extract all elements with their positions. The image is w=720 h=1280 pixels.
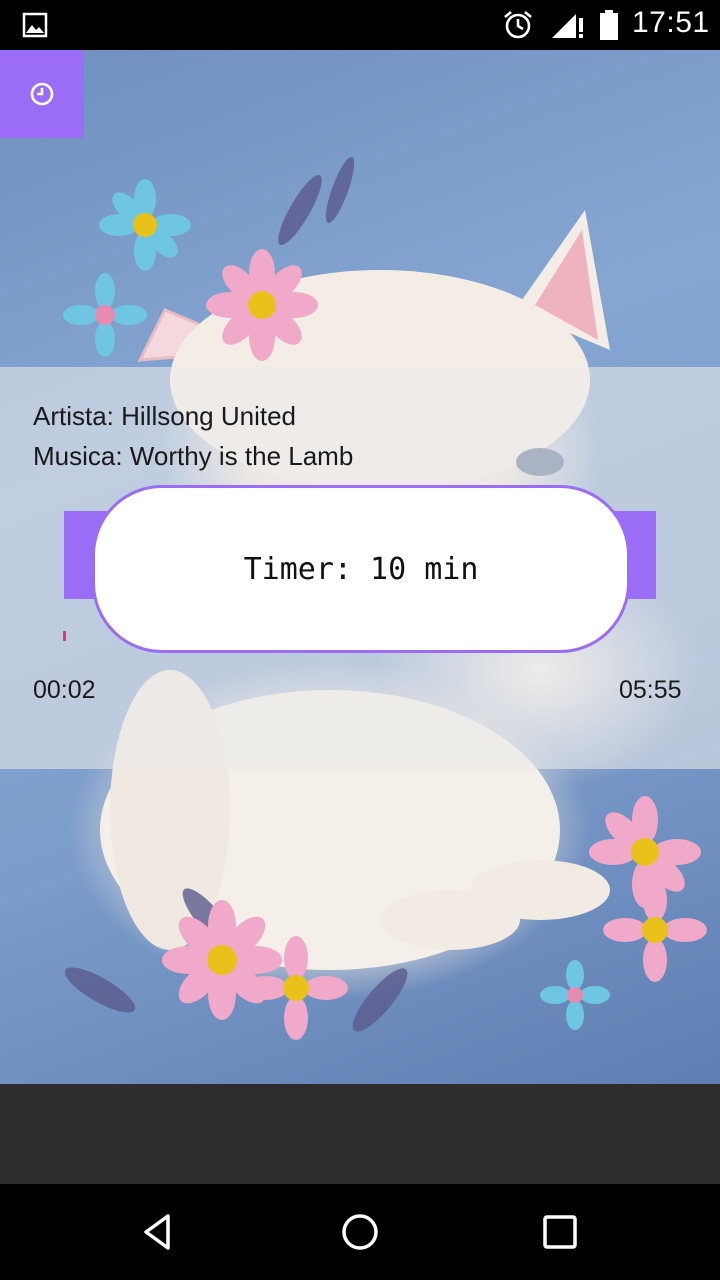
artist-label: Artista: Hillsong United (33, 401, 296, 431)
progress-indicator[interactable] (63, 631, 66, 641)
signal-icon (552, 14, 583, 38)
clock-icon (30, 82, 54, 106)
total-time: 05:55 (619, 676, 682, 704)
recents-icon[interactable] (536, 1208, 584, 1256)
alarm-icon (504, 11, 532, 39)
battery-icon (600, 10, 618, 40)
timer-text: Timer: 10 min (243, 551, 479, 587)
bottom-bar (0, 1084, 720, 1184)
timer-dialog[interactable]: Timer: 10 min (92, 485, 630, 653)
gallery-icon (22, 12, 48, 38)
home-icon[interactable] (336, 1208, 384, 1256)
elapsed-time: 00:02 (33, 676, 96, 704)
timer-button[interactable] (0, 50, 84, 138)
status-time: 17:51 (632, 6, 710, 39)
song-label: Musica: Worthy is the Lamb (33, 441, 354, 471)
back-icon[interactable] (136, 1208, 184, 1256)
status-bar: 17:51 (0, 0, 720, 50)
